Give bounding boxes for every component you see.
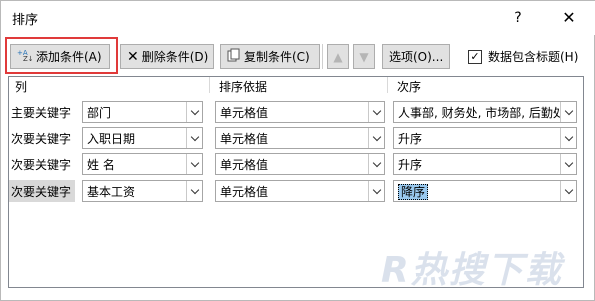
chevron-down-icon[interactable] (368, 154, 384, 174)
chevron-down-icon[interactable] (186, 128, 202, 148)
header-divider (387, 77, 388, 93)
move-up-button[interactable]: ▲ (327, 44, 349, 69)
chevron-down-icon[interactable] (368, 181, 384, 201)
copy-condition-button[interactable]: 复制条件(C) (220, 44, 320, 69)
header-column: 列 (15, 80, 28, 94)
sort-on-select[interactable]: 单元格值 (215, 153, 385, 175)
move-up-icon: ▲ (333, 49, 343, 64)
column-value: 基本工资 (87, 184, 136, 199)
options-button[interactable]: 选项(O)... (382, 44, 450, 69)
title-bar: 排序 ? ✕ (1, 1, 595, 35)
delete-icon: ✕ (127, 48, 139, 65)
header-checkbox[interactable]: ✓ (468, 49, 482, 64)
row-label[interactable]: 次要关键字 (11, 183, 71, 200)
column-select[interactable]: 入职日期 (82, 127, 203, 149)
column-select[interactable]: 姓 名 (82, 153, 203, 175)
chevron-down-icon[interactable] (186, 102, 202, 122)
add-condition-button[interactable]: +A Z↓ 添加条件(A) (10, 44, 110, 69)
delete-condition-label: 删除条件(D) (141, 50, 209, 64)
move-down-icon: ▼ (359, 49, 369, 64)
sort-dialog: 排序 ? ✕ +A Z↓ 添加条件(A) ✕ 删除条件(D) 复制条件(C) ▲ … (0, 0, 595, 301)
sort-on-value: 单元格值 (220, 131, 269, 146)
close-button[interactable]: ✕ (554, 6, 584, 30)
order-value: 人事部, 财务处, 市场部, 后勤处 (398, 105, 560, 120)
copy-condition-label: 复制条件(C) (244, 50, 310, 64)
chevron-down-icon[interactable] (560, 154, 576, 174)
chevron-down-icon[interactable] (560, 128, 576, 148)
dialog-title: 排序 (12, 13, 39, 28)
svg-text:Z↓: Z↓ (23, 55, 33, 62)
add-condition-label: 添加条件(A) (36, 50, 102, 64)
order-value: 升序 (398, 131, 423, 146)
sort-on-select[interactable]: 单元格值 (215, 180, 385, 202)
help-button[interactable]: ? (506, 6, 530, 30)
order-value: 降序 (398, 183, 429, 200)
column-value: 部门 (87, 105, 112, 120)
column-value: 入职日期 (87, 131, 136, 146)
header-checkbox-row[interactable]: ✓ 数据包含标题(H) (468, 48, 578, 65)
sort-on-select[interactable]: 单元格值 (215, 101, 385, 123)
copy-icon (227, 48, 241, 65)
chevron-down-icon[interactable] (368, 128, 384, 148)
chevron-down-icon[interactable] (560, 181, 576, 201)
header-order: 次序 (397, 80, 422, 94)
chevron-down-icon[interactable] (186, 181, 202, 201)
sort-on-value: 单元格值 (220, 157, 269, 172)
order-select[interactable]: 升序 (393, 153, 577, 175)
row-label[interactable]: 主要关键字 (11, 104, 71, 121)
sort-on-value: 单元格值 (220, 184, 269, 199)
column-select[interactable]: 部门 (82, 101, 203, 123)
column-select[interactable]: 基本工资 (82, 180, 203, 202)
header-sort-on: 排序依据 (219, 80, 268, 94)
add-level-icon: +A Z↓ (17, 48, 34, 65)
sort-on-select[interactable]: 单元格值 (215, 127, 385, 149)
toolbar-separator (322, 44, 323, 69)
column-value: 姓 名 (87, 157, 115, 172)
header-divider (209, 77, 210, 93)
chevron-down-icon[interactable] (186, 154, 202, 174)
order-select[interactable]: 升序 (393, 127, 577, 149)
order-select[interactable]: 人事部, 财务处, 市场部, 后勤处 (393, 101, 577, 123)
chevron-down-icon[interactable] (368, 102, 384, 122)
order-select[interactable]: 降序 (393, 180, 577, 202)
row-label[interactable]: 次要关键字 (11, 130, 71, 147)
sort-on-value: 单元格值 (220, 105, 269, 120)
options-label: 选项(O)... (389, 50, 444, 64)
delete-condition-button[interactable]: ✕ 删除条件(D) (120, 44, 214, 69)
chevron-down-icon[interactable] (560, 102, 576, 122)
order-value: 升序 (398, 157, 423, 172)
header-checkbox-label: 数据包含标题(H) (488, 50, 579, 64)
watermark: R热搜下载 (381, 250, 563, 291)
row-label[interactable]: 次要关键字 (11, 156, 71, 173)
move-down-button[interactable]: ▼ (353, 44, 375, 69)
